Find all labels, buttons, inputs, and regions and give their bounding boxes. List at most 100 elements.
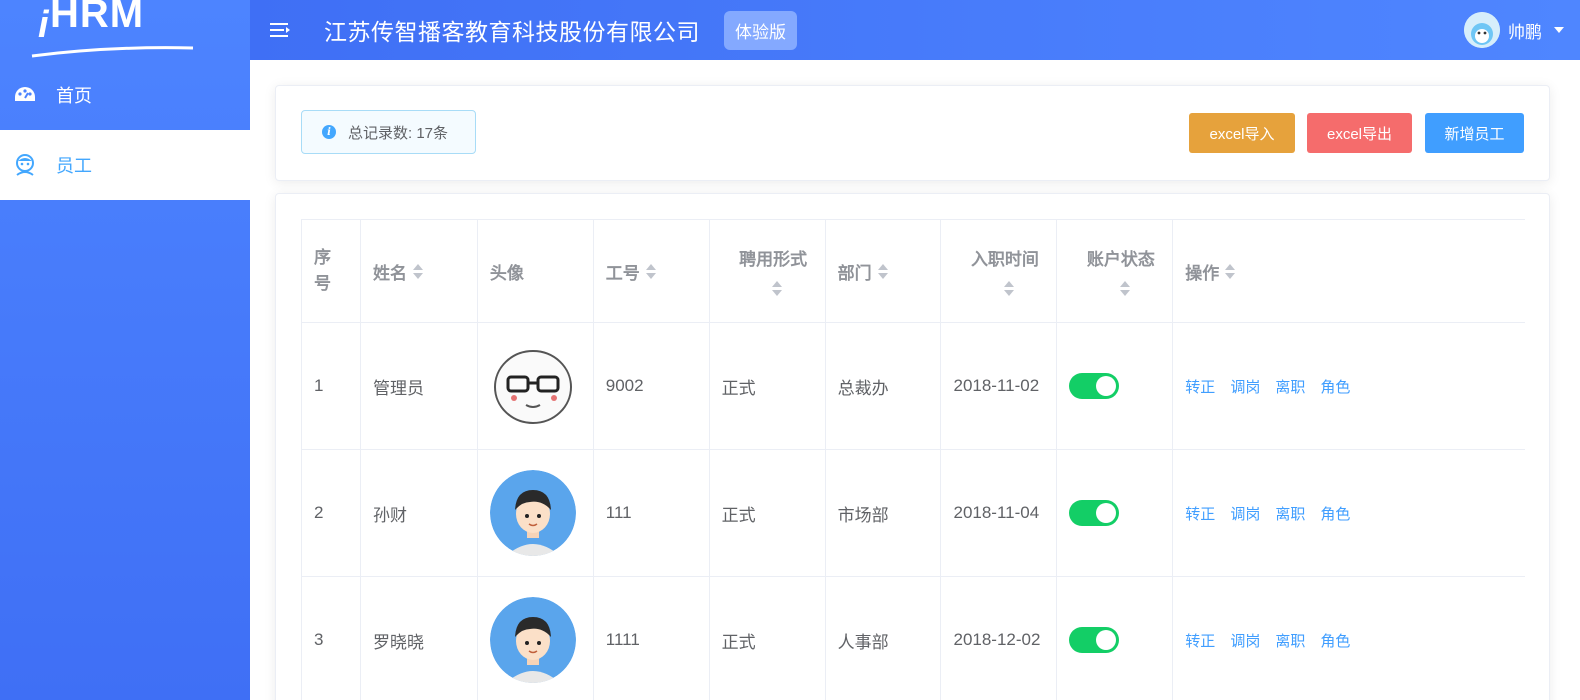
avatar — [1464, 12, 1500, 48]
cell-index: 3 — [302, 577, 361, 700]
cell-status — [1057, 323, 1174, 449]
transfer-link[interactable]: 调岗 — [1230, 376, 1260, 397]
logo-text: HRM — [50, 0, 145, 36]
info-icon: i — [322, 125, 336, 139]
employee-avatar-cartoon[interactable] — [489, 470, 576, 556]
header-department[interactable]: 部门 — [826, 220, 942, 322]
resign-link[interactable]: 离职 — [1275, 503, 1305, 524]
account-status-switch[interactable] — [1069, 373, 1120, 399]
cell-hire-date: 2018-11-04 — [941, 450, 1058, 576]
sidebar-item-home[interactable]: 首页 — [0, 60, 250, 130]
cell-employment: 正式 — [710, 577, 826, 700]
role-link[interactable]: 角色 — [1320, 376, 1350, 397]
cell-work-no: 9002 — [594, 323, 710, 449]
chevron-down-icon — [1554, 27, 1564, 33]
cell-operations: 转正 调岗 离职 角色 — [1173, 577, 1525, 700]
header-label: 头像 — [489, 263, 524, 283]
table-row: 2 孙财 111 正式 市场部 2018-11-04 转正 调岗 离职 角色 — [302, 450, 1525, 577]
header-label: 操作 — [1185, 263, 1220, 283]
header: 江苏传智播客教育科技股份有限公司 体验版 帅鹏 — [250, 0, 1580, 60]
cell-employment: 正式 — [710, 450, 826, 576]
header-avatar: 头像 — [478, 220, 594, 322]
header-index: 序号 — [302, 220, 361, 322]
table-row: 1 管理员 9002 正式 总裁办 2018-11-02 转正 调岗 离职 角色 — [302, 323, 1525, 450]
cell-avatar — [478, 577, 594, 700]
cell-department: 人事部 — [826, 577, 942, 700]
sort-icon[interactable] — [1003, 280, 1014, 296]
account-status-switch[interactable] — [1069, 500, 1120, 526]
cell-department: 总裁办 — [826, 323, 942, 449]
main-content: i 总记录数: 17条 excel导入 excel导出 新增员工 序号 姓名 头… — [250, 60, 1580, 700]
cell-operations: 转正 调岗 离职 角色 — [1173, 323, 1525, 449]
regularize-link[interactable]: 转正 — [1185, 630, 1215, 651]
cell-status — [1057, 577, 1174, 700]
header-label: 工号 — [605, 263, 640, 283]
sort-icon[interactable] — [412, 263, 423, 279]
sidebar: i HRM 首页 员工 — [0, 0, 250, 700]
company-name: 江苏传智播客教育科技股份有限公司 — [324, 19, 700, 45]
role-link[interactable]: 角色 — [1320, 630, 1350, 651]
header-label: 序号 — [314, 248, 331, 293]
cell-name: 罗晓晓 — [361, 577, 478, 700]
employee-table: 序号 姓名 头像 工号 聘用形式 部门 入职时间 账户状态 操作 1 管理员 9… — [301, 219, 1525, 700]
sidebar-item-label: 首页 — [56, 86, 92, 106]
employee-avatar-cartoon[interactable] — [489, 597, 576, 683]
sidebar-item-employees[interactable]: 员工 — [0, 130, 250, 200]
regularize-link[interactable]: 转正 — [1185, 503, 1215, 524]
cell-work-no: 111 — [594, 450, 710, 576]
transfer-link[interactable]: 调岗 — [1230, 503, 1260, 524]
toolbar-card: i 总记录数: 17条 excel导入 excel导出 新增员工 — [275, 85, 1550, 181]
cell-name: 管理员 — [361, 323, 478, 449]
sort-icon[interactable] — [877, 263, 888, 279]
logo: i HRM — [0, 0, 250, 60]
employee-avatar-meme[interactable] — [489, 343, 576, 429]
cell-work-no: 1111 — [594, 577, 710, 700]
cell-avatar — [478, 323, 594, 449]
table-row: 3 罗晓晓 1111 正式 人事部 2018-12-02 转正 调岗 离职 角色 — [302, 577, 1525, 700]
regularize-link[interactable]: 转正 — [1185, 376, 1215, 397]
excel-export-button[interactable]: excel导出 — [1307, 113, 1412, 153]
header-account-status[interactable]: 账户状态 — [1057, 220, 1174, 322]
cell-hire-date: 2018-12-02 — [941, 577, 1058, 700]
sort-icon[interactable] — [772, 280, 783, 296]
resign-link[interactable]: 离职 — [1275, 376, 1305, 397]
trial-badge: 体验版 — [724, 10, 797, 50]
sort-icon[interactable] — [1119, 280, 1130, 296]
cell-department: 市场部 — [826, 450, 942, 576]
header-employment[interactable]: 聘用形式 — [710, 220, 826, 322]
cell-index: 2 — [302, 450, 361, 576]
header-work-no[interactable]: 工号 — [594, 220, 710, 322]
user-menu[interactable]: 帅鹏 — [1464, 12, 1564, 48]
sort-icon[interactable] — [645, 263, 656, 279]
table-header: 序号 姓名 头像 工号 聘用形式 部门 入职时间 账户状态 操作 — [302, 220, 1525, 323]
account-status-switch[interactable] — [1069, 627, 1120, 653]
logo-swoosh — [31, 46, 194, 58]
cell-status — [1057, 450, 1174, 576]
header-label: 部门 — [837, 263, 872, 283]
dashboard-icon — [12, 82, 38, 108]
add-employee-button[interactable]: 新增员工 — [1425, 113, 1524, 153]
header-name[interactable]: 姓名 — [361, 220, 478, 322]
table-card: 序号 姓名 头像 工号 聘用形式 部门 入职时间 账户状态 操作 1 管理员 9… — [275, 193, 1550, 700]
resign-link[interactable]: 离职 — [1275, 630, 1305, 651]
header-label: 姓名 — [372, 263, 407, 283]
total-records-text: 总记录数: 17条 — [348, 124, 449, 142]
username: 帅鹏 — [1508, 22, 1542, 42]
header-label: 聘用形式 — [739, 249, 808, 269]
cell-avatar — [478, 450, 594, 576]
header-label: 入职时间 — [970, 249, 1039, 269]
cell-employment: 正式 — [710, 323, 826, 449]
logo-i-glyph: i — [38, 4, 49, 46]
sort-icon[interactable] — [1225, 263, 1236, 279]
role-link[interactable]: 角色 — [1320, 503, 1350, 524]
employee-icon — [12, 152, 38, 178]
header-hire-date[interactable]: 入职时间 — [941, 220, 1058, 322]
menu-toggle-icon[interactable] — [270, 20, 292, 40]
transfer-link[interactable]: 调岗 — [1230, 630, 1260, 651]
cell-hire-date: 2018-11-02 — [941, 323, 1058, 449]
total-records-tag: i 总记录数: 17条 — [301, 110, 476, 154]
cell-index: 1 — [302, 323, 361, 449]
header-operations[interactable]: 操作 — [1173, 220, 1525, 322]
cell-name: 孙财 — [361, 450, 478, 576]
excel-import-button[interactable]: excel导入 — [1189, 113, 1295, 153]
